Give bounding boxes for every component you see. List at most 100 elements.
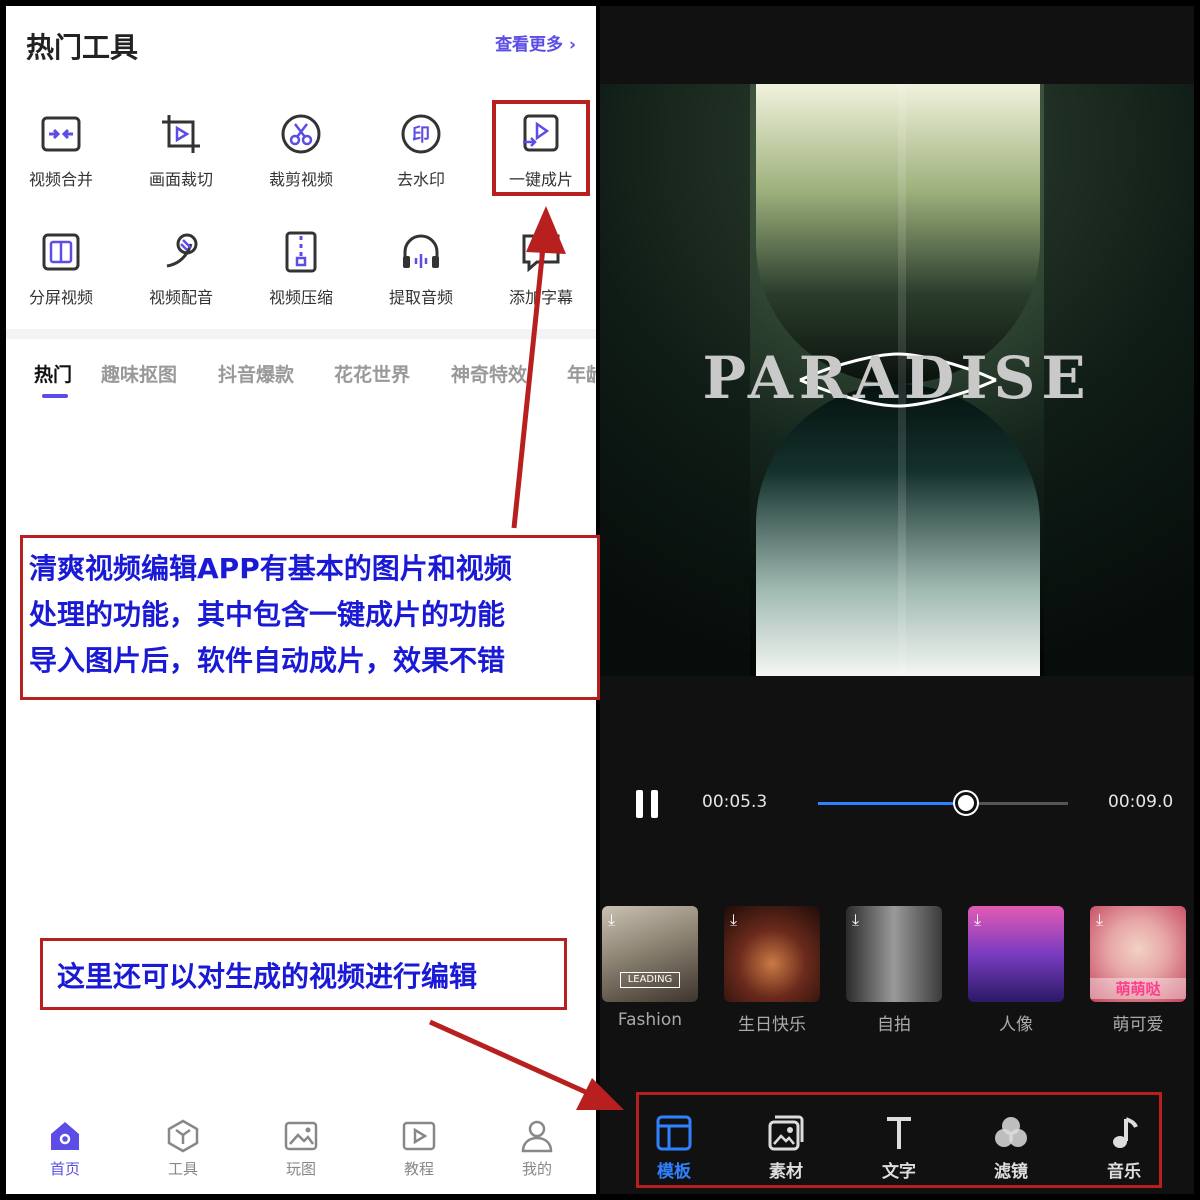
- download-icon: ⤓: [730, 910, 738, 929]
- template-birthday[interactable]: ⤓ 生日快乐: [724, 906, 820, 1035]
- section-title: 热门工具: [26, 31, 139, 64]
- template-thumbnail: ⤓: [724, 906, 820, 1002]
- tool-add-subtitle[interactable]: 添加字幕: [486, 230, 596, 330]
- total-time: 00:09.0: [1108, 792, 1174, 812]
- timeline-progress: [818, 802, 966, 805]
- category-tabs: 热门 趣味抠图 抖音爆款 花花世界 神奇特效 年龄: [6, 360, 596, 400]
- nav-label: 教程: [403, 1160, 434, 1178]
- nav-label: 我的: [521, 1160, 552, 1178]
- download-icon: ⤓: [1096, 910, 1104, 929]
- see-more-link[interactable]: 查看更多 ›: [495, 30, 576, 55]
- template-thumbnail: ⤓ LEADING: [602, 906, 698, 1002]
- active-tab-indicator: [42, 394, 68, 398]
- preview-title: PARADISE: [702, 344, 1091, 412]
- material-icon: [768, 1115, 804, 1151]
- tool-merge-video[interactable]: 视频合并: [6, 112, 116, 212]
- template-label: 生日快乐: [738, 1015, 806, 1035]
- annotation-line: 导入图片后，软件自动成片，效果不错: [29, 644, 506, 677]
- download-icon: ⤓: [852, 910, 860, 929]
- toolbar-label: 滤镜: [994, 1162, 1028, 1182]
- tool-label: 分屏视频: [28, 288, 93, 307]
- toolbar-filter[interactable]: 滤镜: [966, 1113, 1056, 1182]
- template-thumbnail: ⤓: [968, 906, 1064, 1002]
- download-icon: ⤓: [974, 910, 982, 929]
- toolbar-music[interactable]: 音乐: [1079, 1113, 1169, 1182]
- tab-fun-cutout[interactable]: 趣味抠图: [101, 360, 177, 387]
- tool-label: 去水印: [396, 170, 445, 189]
- toolbar-label: 素材: [769, 1162, 803, 1182]
- tab-douyin-hits[interactable]: 抖音爆款: [218, 360, 294, 387]
- timeline-knob[interactable]: [954, 792, 977, 814]
- template-thumbnail: ⤓: [846, 906, 942, 1002]
- remove-watermark-icon: 印: [401, 114, 441, 154]
- home-icon: [51, 1122, 79, 1150]
- toolbar-material[interactable]: 素材: [741, 1113, 831, 1182]
- nav-label: 玩图: [285, 1160, 316, 1178]
- toolbar-label: 模板: [657, 1162, 691, 1182]
- subtitle-icon: [522, 234, 560, 273]
- tool-compress[interactable]: 视频压缩: [246, 230, 356, 330]
- nav-profile[interactable]: 我的: [478, 1118, 596, 1188]
- template-label: Fashion: [617, 1010, 683, 1030]
- template-label: 自拍: [877, 1015, 911, 1035]
- template-portrait[interactable]: ⤓ 人像: [968, 906, 1064, 1035]
- tool-label: 添加字幕: [508, 288, 573, 307]
- dubbing-icon: [166, 233, 198, 268]
- template-thumbnail: ⤓ 萌萌哒: [1090, 906, 1186, 1002]
- nav-home[interactable]: 首页: [6, 1118, 124, 1188]
- template-badge: LEADING: [620, 972, 680, 988]
- pause-icon[interactable]: [634, 788, 662, 820]
- edit-toolbar: 模板 素材 文字 滤镜 音乐: [636, 1092, 1162, 1188]
- tool-label: 视频配音: [148, 288, 213, 307]
- nav-label: 首页: [49, 1160, 80, 1178]
- toolbar-template[interactable]: 模板: [629, 1113, 719, 1182]
- nav-play-image[interactable]: 玩图: [242, 1118, 360, 1188]
- current-time: 00:05.3: [702, 792, 768, 812]
- template-cute[interactable]: ⤓ 萌萌哒 萌可爱: [1090, 906, 1186, 1035]
- tool-label: 画面裁切: [148, 170, 213, 189]
- tool-extract-audio[interactable]: 提取音频: [366, 230, 476, 330]
- highlight-one-click: [492, 100, 590, 196]
- annotation-note-features: 清爽视频编辑APP有基本的图片和视频 处理的功能，其中包含一键成片的功能 导入图…: [20, 535, 600, 700]
- tool-label: 提取音频: [388, 288, 453, 307]
- template-selfie[interactable]: ⤓ 自拍: [846, 906, 942, 1035]
- template-badge: 萌萌哒: [1090, 978, 1186, 999]
- tool-crop[interactable]: 画面裁切: [126, 112, 236, 212]
- tool-split-screen[interactable]: 分屏视频: [6, 230, 116, 330]
- tool-dubbing[interactable]: 视频配音: [126, 230, 236, 330]
- extract-audio-icon: [403, 234, 439, 268]
- toolbar-text[interactable]: 文字: [854, 1113, 944, 1182]
- tab-magic-effects[interactable]: 神奇特效: [451, 360, 527, 387]
- cube-icon: [167, 1119, 199, 1153]
- template-icon: [656, 1115, 692, 1151]
- annotation-note-edit: 这里还可以对生成的视频进行编辑: [40, 938, 567, 1010]
- tab-age[interactable]: 年龄: [567, 360, 596, 387]
- tool-remove-watermark[interactable]: 印 去水印: [366, 112, 476, 212]
- template-fashion[interactable]: ⤓ LEADING Fashion: [602, 906, 698, 1030]
- nav-tools[interactable]: 工具: [124, 1118, 242, 1188]
- template-label: 萌可爱: [1112, 1015, 1164, 1035]
- music-icon: [1113, 1117, 1138, 1148]
- text-icon: [887, 1117, 911, 1149]
- download-icon: ⤓: [608, 910, 616, 929]
- section-divider: [6, 329, 596, 339]
- image-icon: [284, 1121, 318, 1151]
- timeline-slider[interactable]: [818, 792, 1068, 814]
- tab-hot[interactable]: 热门: [34, 360, 72, 387]
- play-tutorial-icon: [402, 1121, 436, 1151]
- tab-flower-world[interactable]: 花花世界: [334, 360, 410, 387]
- scissors-icon: [281, 114, 321, 154]
- tool-cut-video[interactable]: 裁剪视频: [246, 112, 356, 212]
- annotation-line: 处理的功能，其中包含一键成片的功能: [29, 598, 506, 631]
- tool-label: 视频合并: [28, 170, 93, 189]
- profile-icon: [521, 1120, 553, 1153]
- tool-label: 视频压缩: [268, 288, 333, 307]
- toolbar-label: 音乐: [1107, 1162, 1141, 1182]
- crop-icon: [162, 115, 200, 153]
- svg-text:印: 印: [412, 125, 430, 146]
- video-preview[interactable]: PARADISE: [600, 84, 1194, 676]
- nav-label: 工具: [167, 1160, 198, 1178]
- compress-icon: [285, 231, 317, 273]
- toolbar-label: 文字: [882, 1162, 916, 1182]
- nav-tutorial[interactable]: 教程: [360, 1118, 478, 1188]
